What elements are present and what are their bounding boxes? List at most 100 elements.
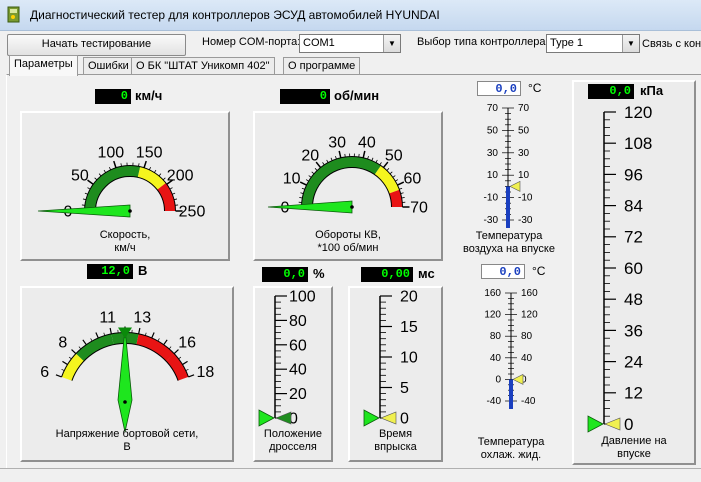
voltage-unit: В: [138, 263, 147, 278]
thermo-fill: [509, 379, 513, 409]
dial-tick-label: 70: [410, 200, 428, 217]
dial-minor-tick: [172, 193, 175, 194]
injection-caption-line1: Время: [379, 428, 412, 440]
dial-minor-tick: [376, 160, 377, 163]
thermo-pointer: [513, 374, 523, 384]
dial-tick: [110, 328, 111, 334]
com-port-select[interactable]: COM1 ▼: [299, 34, 401, 53]
dial-tick-label: 60: [403, 171, 421, 188]
throttle-unit: %: [313, 266, 325, 281]
pressure-display: 0,0: [588, 84, 634, 99]
thermo-tick-label-left: 120: [484, 310, 501, 321]
dial-minor-tick: [149, 167, 150, 170]
scale-tick-label: 84: [624, 196, 643, 215]
dial-tick: [72, 350, 76, 354]
coolant-temp-caption: Температура охлаж. жид.: [452, 436, 570, 462]
dial-minor-tick: [395, 180, 398, 182]
dial-minor-tick: [331, 158, 332, 161]
dial-minor-tick: [139, 163, 140, 166]
dial-minor-tick: [315, 168, 317, 170]
dial-minor-tick: [170, 188, 173, 189]
pressure-gauge: 0,0 кПа 12010896847260483624120 Давление…: [572, 80, 696, 465]
dial-zone-2: [394, 192, 397, 207]
controller-type-label: Выбор типа контроллера: [417, 36, 546, 48]
scale-tick-label: 40: [289, 362, 307, 379]
thermo-tick-label-right: 80: [521, 331, 533, 342]
thermo-tick-label-left: 30: [487, 148, 499, 159]
dial-pivot: [123, 400, 127, 404]
thermo-tick-label-left: -30: [484, 215, 499, 226]
tab-about-bk[interactable]: О БК "ШТАТ Уникомп 402": [131, 57, 275, 75]
thermo-tick-label-right: 120: [521, 310, 538, 321]
scale-tick-label: 60: [624, 259, 643, 278]
tab-about-program[interactable]: О программе: [283, 57, 360, 75]
tab-parameters[interactable]: Параметры: [9, 55, 78, 76]
thermo-tick-label-right: 70: [518, 103, 530, 114]
thermo-tick-label-right: -30: [518, 215, 533, 226]
dial-tick: [83, 340, 86, 345]
scale-tick-label: 0: [624, 415, 633, 434]
thermo-tick-label-left: 40: [490, 353, 502, 364]
speed-caption-line2: км/ч: [114, 242, 135, 254]
controller-type-select[interactable]: Type 1 ▼: [546, 34, 640, 53]
dial-minor-tick: [95, 178, 97, 180]
chevron-down-icon[interactable]: ▼: [622, 35, 639, 52]
com-port-value: COM1: [303, 37, 335, 49]
scale-tick-label: 20: [289, 386, 307, 403]
dial-tick: [182, 361, 187, 364]
dial-minor-tick: [302, 188, 305, 189]
scale-tick-label: 80: [289, 313, 307, 330]
dial-minor-tick: [299, 197, 302, 198]
thermo-tick-label-right: 50: [518, 125, 530, 136]
thermo-tick-label-left: 10: [487, 170, 499, 181]
start-test-button[interactable]: Начать тестирование: [7, 34, 186, 56]
scale-tick-label: 0: [400, 411, 409, 428]
rpm-caption-line1: Обороты КВ,: [315, 229, 381, 241]
dial-tick: [179, 357, 181, 359]
rpm-caption-line2: *100 об/мин: [318, 242, 379, 254]
status-bar: [0, 468, 701, 482]
dial-tick-label: 16: [178, 334, 196, 351]
voltage-caption: Напряжение бортовой сети, В: [22, 428, 232, 454]
coolant-temp-scale: 1601601201208080404000-40-40: [467, 283, 557, 433]
injection-caption-line2: впрыска: [374, 441, 417, 453]
dial-minor-tick: [335, 156, 336, 159]
speed-caption-line1: Скорость,: [100, 229, 151, 241]
tab-errors[interactable]: Ошибки: [83, 57, 134, 75]
dial-tick: [139, 328, 140, 334]
thermo-tick-label-right: 30: [518, 148, 530, 159]
air-temp-caption-line1: Температура: [476, 230, 543, 242]
thermo-tick-label-left: 160: [484, 288, 501, 299]
thermo-tick-label-left: 80: [490, 331, 502, 342]
speed-gauge: 050100150200250 Скорость, км/ч: [20, 111, 230, 261]
thermo-tick-label-right: 160: [521, 288, 538, 299]
dial-tick: [96, 333, 98, 339]
dial-minor-tick: [380, 162, 382, 165]
scale-pointer-right: [276, 412, 291, 424]
pressure-caption-line2: впуске: [617, 448, 651, 460]
thermo-tick-label-right: 10: [518, 170, 530, 181]
air-temp-unit: °C: [528, 81, 541, 95]
scale-tick-label: 24: [624, 352, 643, 371]
scale-pointer: [259, 410, 274, 426]
dial-minor-tick: [323, 162, 325, 165]
dial-tick: [169, 347, 171, 349]
dial-minor-tick: [393, 176, 395, 178]
thermo-tick-label-right: -40: [521, 396, 536, 407]
thermo-tick-label-left: 70: [487, 103, 499, 114]
speed-display: 0: [95, 89, 131, 104]
dial-tick: [188, 375, 194, 377]
thermo-tick-label-right: 40: [521, 353, 533, 364]
rpm-display: 0: [280, 89, 330, 104]
chevron-down-icon[interactable]: ▼: [383, 35, 400, 52]
app-icon: [6, 6, 22, 24]
scale-tick-label: 120: [624, 103, 652, 122]
dial-tick-label: 150: [136, 145, 163, 162]
dial-minor-tick: [85, 193, 88, 194]
coolant-temp-display: 0,0: [481, 264, 525, 279]
dial-minor-tick: [87, 188, 90, 189]
dial-minor-tick: [372, 158, 373, 161]
rpm-caption: Обороты КВ, *100 об/мин: [255, 229, 441, 255]
com-port-label: Номер COM-порта:: [202, 36, 300, 48]
dial-minor-tick: [109, 167, 110, 170]
